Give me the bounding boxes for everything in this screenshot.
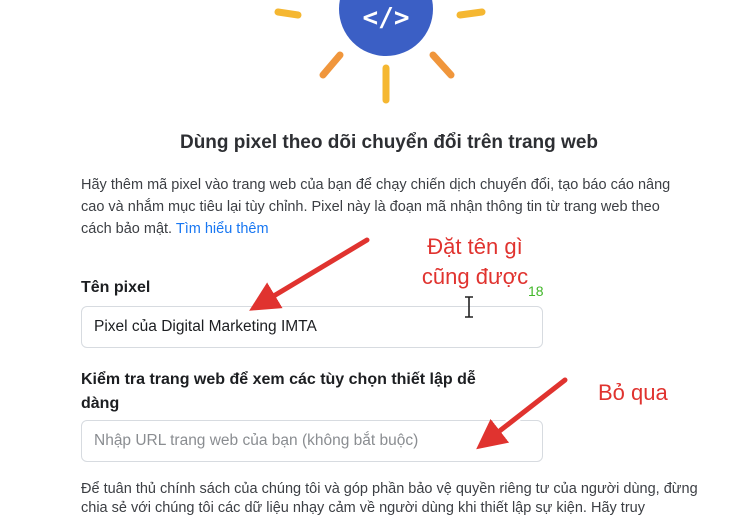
arrow-to-pixel-name <box>249 235 372 311</box>
learn-more-link[interactable]: Tìm hiểu thêm <box>176 221 269 237</box>
website-check-label: Kiểm tra trang web để xem các tùy chọn t… <box>81 371 476 412</box>
text-cursor-icon <box>465 296 473 318</box>
page-title: Dùng pixel theo dõi chuyển đổi trên tran… <box>179 132 599 153</box>
annotation-name-note: Đặt tên gì cũng được <box>421 234 529 289</box>
pixel-name-label: Tên pixel <box>81 279 151 296</box>
header-illustration: </> <box>0 0 750 110</box>
pixel-setup-page: </> Dùng pixel theo dõi chuyển đổi trên … <box>0 0 750 517</box>
code-glyph: </> <box>362 3 410 33</box>
intro-text: Hãy thêm mã pixel vào trang web của bạn … <box>81 177 671 237</box>
intro-paragraph: Hãy thêm mã pixel vào trang web của bạn … <box>81 174 681 240</box>
pixel-name-value: Pixel của Digital Marketing IMTA <box>94 318 317 335</box>
website-url-placeholder: Nhập URL trang web của bạn (không bắt bu… <box>94 432 419 449</box>
annotation-skip-note: Bỏ qua <box>598 380 668 405</box>
privacy-notice: Để tuân thủ chính sách của chúng tôi và … <box>81 481 698 516</box>
website-url-input[interactable]: Nhập URL trang web của bạn (không bắt bu… <box>81 420 543 462</box>
